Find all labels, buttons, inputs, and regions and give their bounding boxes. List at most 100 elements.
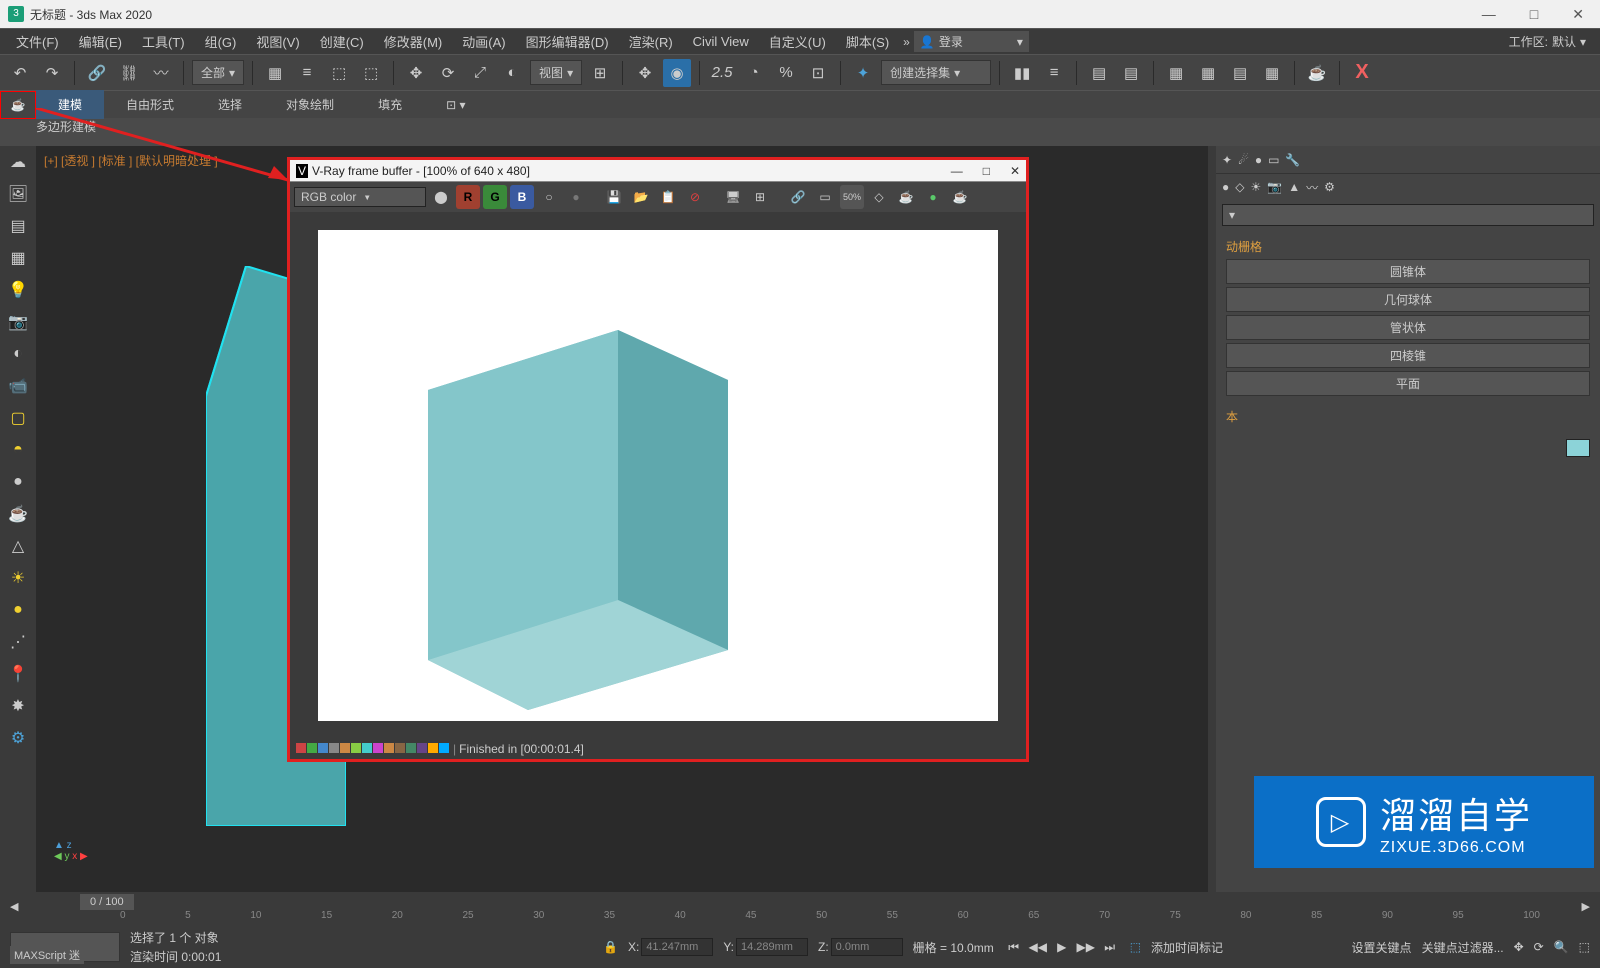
image-icon[interactable]: 🖼 xyxy=(6,182,30,206)
nav-orbit-icon[interactable]: ⟳ xyxy=(1534,940,1544,954)
menu-script[interactable]: 脚本(S) xyxy=(836,28,899,55)
display-tab-icon[interactable]: 🔧 xyxy=(1285,153,1300,167)
shape-icon[interactable]: ◇ xyxy=(1235,180,1244,194)
nav-zoom-icon[interactable]: 🔍 xyxy=(1554,940,1569,954)
menu-civil[interactable]: Civil View xyxy=(683,30,759,53)
manipulate-button[interactable]: ✥ xyxy=(631,59,659,87)
select-name-button[interactable]: ≡ xyxy=(293,59,321,87)
menu-anim[interactable]: 动画(A) xyxy=(452,28,515,55)
vfb-channel-r[interactable]: R xyxy=(456,185,480,209)
nav-max-icon[interactable]: ⬚ xyxy=(1579,940,1590,954)
bind-space-warp-button[interactable]: 〰 xyxy=(147,59,175,87)
menu-group[interactable]: 组(G) xyxy=(195,28,247,55)
vfb-clear-icon[interactable]: ⊘ xyxy=(683,185,707,209)
maximize-button[interactable]: □ xyxy=(1522,6,1546,23)
vfb-link-icon[interactable]: 🔗 xyxy=(786,185,810,209)
rendered-frame-button[interactable]: ▦ xyxy=(1258,59,1286,87)
cone-icon[interactable]: △ xyxy=(6,534,30,558)
cam-icon[interactable]: 📷 xyxy=(1267,180,1282,194)
render-production-button[interactable]: ☕ xyxy=(1303,59,1331,87)
unlink-button[interactable]: ⛓ xyxy=(115,59,143,87)
timeline-prev-icon[interactable]: ◀ xyxy=(10,900,18,913)
light-icon[interactable]: ☀ xyxy=(1250,180,1261,194)
teapot2-icon[interactable]: ☕ xyxy=(6,502,30,526)
vfb-rgb-icon[interactable]: ⬤ xyxy=(429,185,453,209)
sphere-icon[interactable]: ◐ xyxy=(6,342,30,366)
hierarchy-tab-icon[interactable]: ● xyxy=(1255,153,1262,167)
vfb-region-icon[interactable]: ⊞ xyxy=(748,185,772,209)
schematic-button[interactable]: ▦ xyxy=(1162,59,1190,87)
percent-snap-button[interactable]: ◔ xyxy=(740,59,768,87)
table-icon[interactable]: ▤ xyxy=(6,214,30,238)
dome-icon[interactable]: ◓ xyxy=(6,438,30,462)
gear-icon[interactable]: ⚙ xyxy=(6,726,30,750)
add-time-tag[interactable]: 添加时间标记 xyxy=(1151,939,1223,956)
scale-button[interactable]: ⤢ xyxy=(466,59,494,87)
vfb-max[interactable]: □ xyxy=(983,164,990,178)
setkey-button[interactable]: 设置关键点 xyxy=(1352,939,1412,956)
vfb-min[interactable]: — xyxy=(951,164,963,178)
ball-icon[interactable]: ● xyxy=(6,470,30,494)
vfb-render-area[interactable] xyxy=(290,212,1026,739)
menu-file[interactable]: 文件(F) xyxy=(6,28,69,55)
vfb-track-icon[interactable]: 🖥 xyxy=(721,185,745,209)
login-button[interactable]: 👤登录▾ xyxy=(914,31,1029,52)
maxscript-label[interactable]: MAXScript 迷 xyxy=(10,946,84,964)
rotate-button[interactable]: ⟳ xyxy=(434,59,462,87)
camera-icon[interactable]: 📷 xyxy=(6,310,30,334)
prim-plane[interactable]: 平面 xyxy=(1226,371,1590,396)
keyfilter-button[interactable]: 关键点过滤器... xyxy=(1422,939,1504,956)
vfb-alpha-icon[interactable]: ● xyxy=(564,185,588,209)
space-icon[interactable]: 〰 xyxy=(1306,179,1318,196)
render-setup-button[interactable]: ▤ xyxy=(1226,59,1254,87)
menu-tools[interactable]: 工具(T) xyxy=(132,28,195,55)
vfb-render-icon[interactable]: ☕ xyxy=(948,185,972,209)
x-button[interactable]: X xyxy=(1348,59,1376,87)
vfb-vray-icon[interactable]: ◇ xyxy=(867,185,891,209)
x-input[interactable] xyxy=(641,938,713,956)
bulb-icon[interactable]: 💡 xyxy=(6,278,30,302)
select-region-button[interactable]: ⬚ xyxy=(325,59,353,87)
named-selection-set[interactable]: 创建选择集 ▾ xyxy=(881,60,991,85)
vfb-close[interactable]: ✕ xyxy=(1010,164,1020,178)
cloud-icon[interactable]: ☁ xyxy=(6,150,30,174)
vfb-res-icon[interactable]: ▭ xyxy=(813,185,837,209)
vfb-copy-icon[interactable]: 📋 xyxy=(656,185,680,209)
time-cube-icon[interactable]: ⬚ xyxy=(1130,940,1141,954)
selection-filter[interactable]: 全部 ▾ xyxy=(192,60,244,85)
z-input[interactable] xyxy=(831,938,903,956)
menu-render[interactable]: 渲染(R) xyxy=(619,28,683,55)
object-color-swatch[interactable] xyxy=(1566,439,1590,457)
mirror-button[interactable]: ▮▮ xyxy=(1008,59,1036,87)
nav-pan-icon[interactable]: ✥ xyxy=(1514,940,1524,954)
workspace-selector[interactable]: 工作区: 默认▾ xyxy=(1501,33,1594,50)
explode-icon[interactable]: ✸ xyxy=(6,694,30,718)
goto-start-icon[interactable]: ⏮ xyxy=(1004,937,1024,957)
helper-icon[interactable]: ▲ xyxy=(1288,180,1300,194)
material-editor-button[interactable]: ▦ xyxy=(1194,59,1222,87)
frame-counter[interactable]: 0 / 100 xyxy=(80,894,134,910)
edit-selection-button[interactable]: ⊡ xyxy=(804,59,832,87)
play-icon[interactable]: ▶ xyxy=(1052,937,1072,957)
ref-coord-system[interactable]: 视图 ▾ xyxy=(530,60,582,85)
vfb-mono-icon[interactable]: ○ xyxy=(537,185,561,209)
calendar-icon[interactable]: ▦ xyxy=(6,246,30,270)
redo-button[interactable]: ↷ xyxy=(38,59,66,87)
sys-icon[interactable]: ⚙ xyxy=(1324,180,1335,194)
create-tab-icon[interactable]: ✦ xyxy=(1222,153,1232,167)
menu-graph[interactable]: 图形编辑器(D) xyxy=(516,28,619,55)
square-icon[interactable]: ▢ xyxy=(6,406,30,430)
named-sets-button[interactable]: ✦ xyxy=(849,59,877,87)
prim-tube[interactable]: 管状体 xyxy=(1226,315,1590,340)
timeline-next-icon[interactable]: ▶ xyxy=(1582,900,1590,913)
vfb-channel-g[interactable]: G xyxy=(483,185,507,209)
undo-button[interactable]: ↶ xyxy=(6,59,34,87)
sun2-icon[interactable]: ● xyxy=(6,598,30,622)
layer-button[interactable]: ▤ xyxy=(1085,59,1113,87)
placement-button[interactable]: ◐ xyxy=(498,59,526,87)
prim-geosphere[interactable]: 几何球体 xyxy=(1226,287,1590,312)
link-button[interactable]: 🔗 xyxy=(83,59,111,87)
particles-icon[interactable]: ⋰ xyxy=(6,630,30,654)
vfb-titlebar[interactable]: V V-Ray frame buffer - [100% of 640 x 48… xyxy=(290,160,1026,182)
timeline[interactable]: ◀ 0 / 100 ▶ 0510152025303540455055606570… xyxy=(0,892,1600,926)
